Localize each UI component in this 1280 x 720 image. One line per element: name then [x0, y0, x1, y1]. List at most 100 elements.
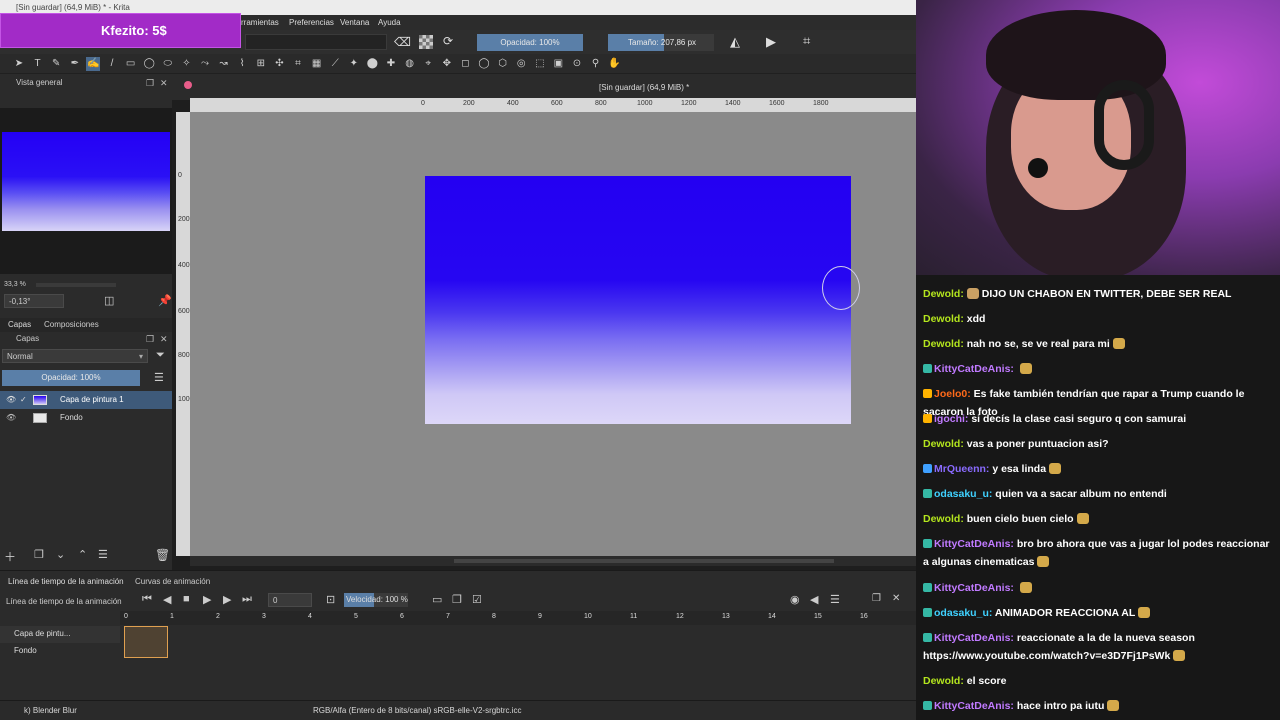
freehand-path-tool-icon[interactable]: ↝	[217, 57, 231, 71]
last-frame-icon[interactable]: ⏭	[242, 593, 252, 606]
brush-preset-dropdown[interactable]	[245, 34, 387, 50]
color-picker-tool-icon[interactable]: ✦	[347, 57, 361, 71]
eye-icon[interactable]: 👁	[6, 391, 16, 409]
chat-username[interactable]: Dewold:	[923, 288, 964, 300]
audio-icon[interactable]: ◉	[790, 593, 800, 606]
rect-select-tool-icon[interactable]: ◻	[458, 57, 472, 71]
layer-row[interactable]: 👁 ✓ Capa de pintura 1	[0, 391, 172, 409]
delete-layer-icon[interactable]: 🗑	[155, 548, 170, 562]
line-tool-icon[interactable]: /	[105, 57, 119, 71]
timeline-menu-icon[interactable]: ☰	[830, 593, 840, 606]
pan-tool-icon[interactable]: ✋	[607, 57, 621, 71]
chat-username[interactable]: KittyCatDeAnis:	[934, 700, 1014, 712]
chat-username[interactable]: Joelo0:	[934, 388, 971, 400]
layers-float-icon[interactable]: ❐	[146, 332, 154, 346]
layer-row[interactable]: 👁 Fondo	[0, 409, 172, 427]
ellipse-tool-icon[interactable]: ◯	[142, 57, 156, 71]
polygon-tool-icon[interactable]: ⬭	[161, 57, 175, 71]
assistant-tool-icon[interactable]: ✚	[384, 57, 398, 71]
crop-tool-icon[interactable]: ▦	[310, 57, 324, 71]
canvas-tab-title[interactable]: [Sin guardar] (64,9 MiB) *	[599, 83, 689, 92]
timeline-layer-row[interactable]: Fondo	[0, 643, 120, 660]
edit-shapes-tool-icon[interactable]: ✎	[49, 57, 63, 71]
chat-username[interactable]: Dewold:	[923, 338, 964, 350]
tab-timeline[interactable]: Línea de tiempo de la animación	[8, 577, 124, 586]
painting-canvas[interactable]	[425, 176, 851, 424]
measure-tool-icon[interactable]: ◍	[403, 57, 417, 71]
chat-username[interactable]: KittyCatDeAnis:	[934, 582, 1014, 594]
layer-name[interactable]: Fondo	[60, 409, 83, 427]
chat-username[interactable]: odasaku_u:	[934, 607, 992, 619]
next-frame-icon[interactable]: ▶	[223, 593, 231, 606]
onion-skin-icon[interactable]: ▭	[432, 593, 442, 606]
chat-username[interactable]: KittyCatDeAnis:	[934, 632, 1014, 644]
mirror-view-icon[interactable]: ◫	[104, 294, 114, 307]
dynamic-brush-tool-icon[interactable]: ⌇	[235, 57, 249, 71]
crop-icon[interactable]: ⌗	[803, 33, 810, 49]
similar-select-tool-icon[interactable]: ▣	[551, 57, 565, 71]
chat-username[interactable]: igochi:	[934, 413, 968, 425]
fill-tool-icon[interactable]: ⬤	[365, 57, 379, 71]
overview-thumbnail[interactable]	[0, 108, 172, 274]
polygon-select-tool-icon[interactable]: ⬡	[496, 57, 510, 71]
menu-ayuda[interactable]: Ayuda	[378, 15, 401, 30]
select-tool-icon[interactable]: ➤	[12, 57, 26, 71]
mirror-horizontal-icon[interactable]: ◭	[730, 34, 740, 50]
rotation-input[interactable]: -0,13°	[4, 294, 64, 308]
zoom-tool-icon[interactable]: ⚲	[589, 57, 603, 71]
volume-icon[interactable]: ◀	[810, 593, 818, 606]
contiguous-select-tool-icon[interactable]: ⬚	[533, 57, 547, 71]
chat-username[interactable]: odasaku_u:	[934, 488, 992, 500]
move-down-icon[interactable]: ⌄	[56, 548, 65, 561]
timeline-close-icon[interactable]: ✕	[892, 593, 900, 604]
chat-username[interactable]: KittyCatDeAnis:	[934, 538, 1014, 550]
pin-icon[interactable]: 📌	[158, 294, 172, 307]
eye-icon[interactable]: 👁	[6, 409, 16, 427]
play-icon[interactable]: ▶	[203, 593, 211, 606]
text-tool-icon[interactable]: T	[31, 57, 45, 71]
chat-username[interactable]: MrQueenn:	[934, 463, 989, 475]
horizontal-scrollbar[interactable]	[190, 556, 916, 566]
reload-preset-icon[interactable]: ⟳	[443, 34, 453, 48]
first-frame-icon[interactable]: ⏮	[142, 593, 152, 606]
filter-icon[interactable]: ⏷	[156, 349, 165, 362]
frame-input[interactable]: 0	[268, 593, 312, 607]
drop-frames-icon[interactable]: ⊡	[326, 593, 335, 606]
mirror-vertical-icon[interactable]: ▶	[766, 34, 776, 50]
zoom-slider[interactable]	[36, 283, 116, 287]
timeline-float-icon[interactable]: ❐	[872, 593, 881, 604]
prev-frame-icon[interactable]: ◀	[163, 593, 171, 606]
chat-username[interactable]: Dewold:	[923, 675, 964, 687]
tab-composiciones[interactable]: Composiciones	[44, 320, 99, 329]
float-icon[interactable]: ❐	[146, 76, 154, 90]
ellipse-select-tool-icon[interactable]: ◯	[477, 57, 491, 71]
chat-username[interactable]: Dewold:	[923, 438, 964, 450]
timeline-layer-row[interactable]: Capa de pintu...	[0, 626, 120, 643]
speed-slider[interactable]: Velocidad: 100 %	[344, 593, 408, 607]
menu-icon[interactable]: ☰	[154, 371, 164, 384]
multibrush-tool-icon[interactable]: ⊞	[254, 57, 268, 71]
tab-curves[interactable]: Curvas de animación	[135, 577, 210, 586]
layer-name[interactable]: Capa de pintura 1	[60, 391, 124, 409]
size-slider[interactable]: Tamaño: 207,86 px	[608, 34, 714, 51]
bezier-tool-icon[interactable]: ⤳	[198, 57, 212, 71]
tab-capas[interactable]: Capas	[8, 320, 31, 329]
move-up-icon[interactable]: ⌃	[78, 548, 87, 561]
menu-herramientas[interactable]: rramientas	[241, 15, 279, 30]
stop-icon[interactable]: ■	[183, 593, 190, 605]
close-icon[interactable]: ✕	[160, 76, 168, 90]
auto-key-icon[interactable]: ☑	[472, 593, 482, 606]
brush-tool-icon[interactable]: ✍	[86, 57, 101, 71]
calligraphy-tool-icon[interactable]: ✒	[68, 57, 82, 71]
chat-username[interactable]: KittyCatDeAnis:	[934, 363, 1014, 375]
blend-mode-select[interactable]: Normal ▾	[2, 349, 148, 363]
bezier-select-tool-icon[interactable]: ⊙	[570, 57, 584, 71]
freehand-select-tool-icon[interactable]: ◎	[514, 57, 528, 71]
gradient-tool-icon[interactable]: ⟋	[328, 57, 342, 71]
layers-close-icon[interactable]: ✕	[160, 332, 168, 346]
check-icon[interactable]: ✓	[20, 391, 27, 409]
polyline-tool-icon[interactable]: ✧	[179, 57, 193, 71]
current-frame-highlight[interactable]	[124, 626, 168, 658]
onion-settings-icon[interactable]: ❐	[452, 593, 462, 606]
smart-patch-tool-icon[interactable]: ✥	[440, 57, 454, 71]
